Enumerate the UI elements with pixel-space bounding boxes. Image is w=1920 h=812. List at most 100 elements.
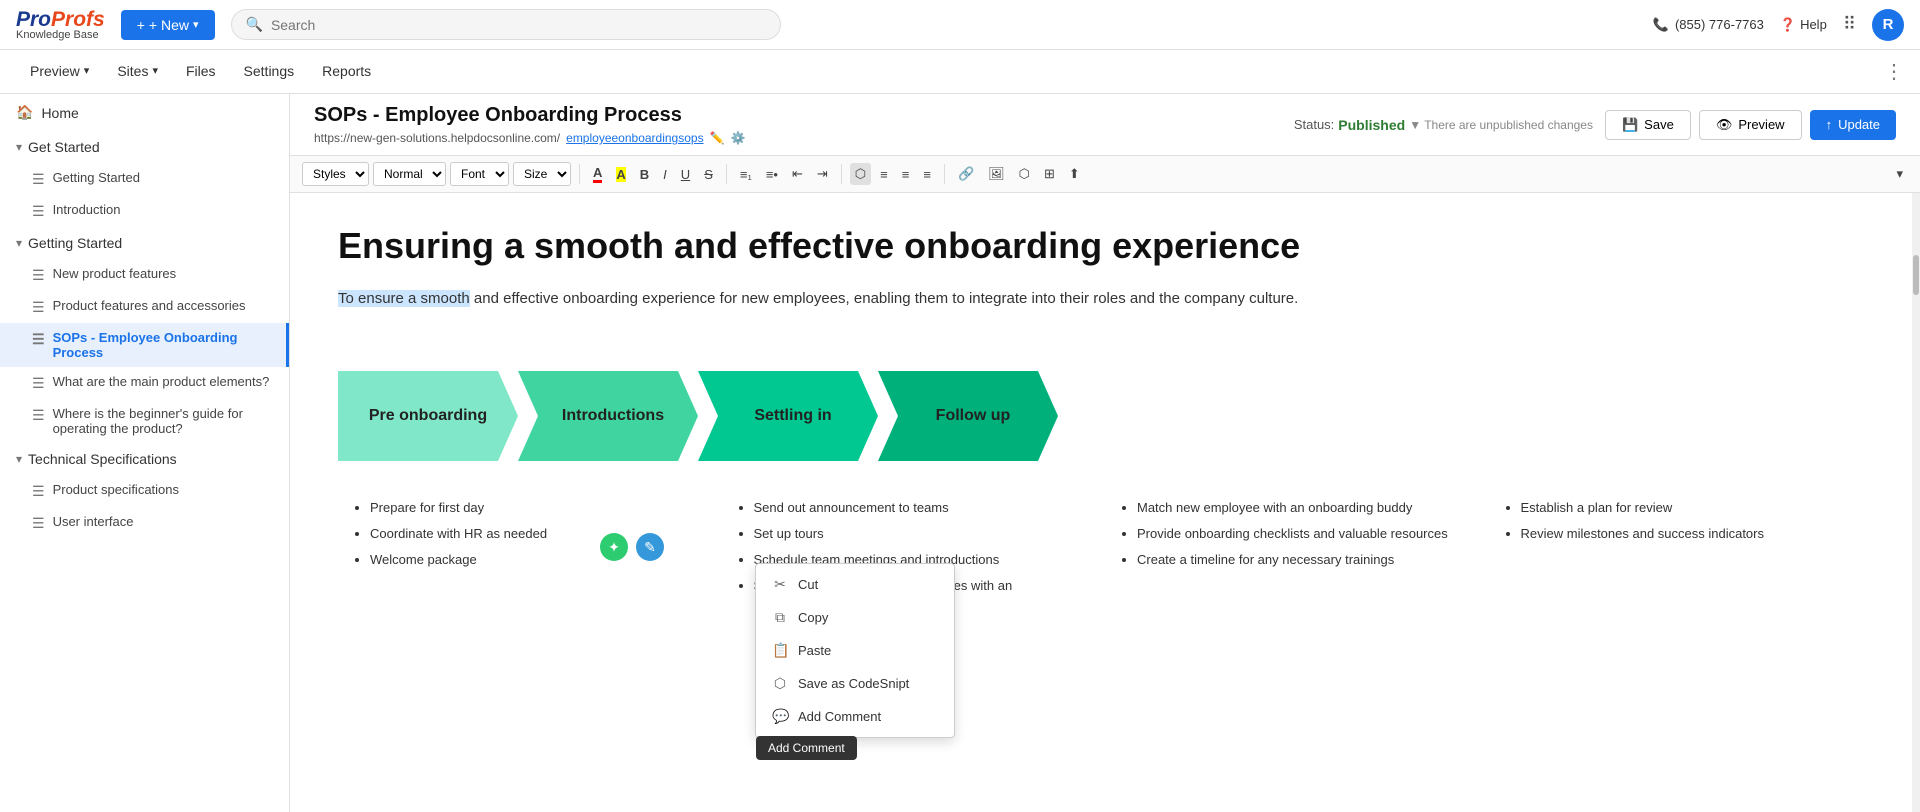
new-button[interactable]: + + New ▾ bbox=[121, 10, 215, 40]
font-select[interactable]: Font bbox=[450, 162, 509, 186]
item-label: User interface bbox=[53, 514, 134, 529]
sidebar-item-beginners-guide[interactable]: ☰ Where is the beginner's guide for oper… bbox=[0, 399, 289, 443]
sidebar-item-introduction[interactable]: ☰ Introduction bbox=[0, 195, 289, 227]
unordered-list-button[interactable]: ≡• bbox=[761, 164, 783, 185]
italic-button[interactable]: I bbox=[658, 164, 672, 185]
normal-select[interactable]: Normal bbox=[373, 162, 446, 186]
scrollbar-thumb[interactable] bbox=[1913, 255, 1919, 295]
size-select[interactable]: Size bbox=[513, 162, 571, 186]
sidebar-item-product-features-accessories[interactable]: ☰ Product features and accessories bbox=[0, 291, 289, 323]
embed-button[interactable]: ⬡ bbox=[1014, 163, 1035, 185]
logo-subtitle: Knowledge Base bbox=[16, 30, 99, 41]
url-base: https://new-gen-solutions.helpdocsonline… bbox=[314, 131, 560, 145]
nav-sites[interactable]: Sites ▾ bbox=[103, 50, 172, 93]
save-label: Save bbox=[1644, 117, 1674, 132]
step-introductions: Introductions bbox=[518, 371, 698, 461]
nav-settings[interactable]: Settings bbox=[230, 50, 309, 93]
editor-body[interactable]: Ensuring a smooth and effective onboardi… bbox=[290, 193, 1920, 812]
font-color-button[interactable]: A bbox=[588, 162, 607, 186]
nav-sites-label: Sites bbox=[117, 63, 148, 79]
highlight-button[interactable]: A bbox=[611, 164, 630, 185]
bullet-item: Prepare for first day bbox=[370, 497, 706, 519]
preview-button[interactable]: 👁 Preview bbox=[1699, 110, 1802, 140]
url-slug[interactable]: employeeonboardingsops bbox=[566, 131, 703, 145]
sidebar-item-user-interface[interactable]: ☰ User interface bbox=[0, 507, 289, 539]
align-center-button[interactable]: ≡ bbox=[875, 164, 893, 185]
item-label: Getting Started bbox=[53, 170, 140, 185]
align-left-button[interactable]: ⬡ bbox=[850, 163, 871, 185]
editor-description: To ensure a smooth and effective onboard… bbox=[338, 287, 1872, 311]
ai-handle[interactable]: ✦ bbox=[600, 533, 628, 561]
styles-select[interactable]: Styles bbox=[302, 162, 369, 186]
settings-icon[interactable]: ⚙️ bbox=[731, 131, 746, 145]
search-input[interactable] bbox=[271, 17, 766, 33]
underline-button[interactable]: U bbox=[676, 164, 695, 185]
step-label: Follow up bbox=[936, 407, 1011, 425]
new-label: + New bbox=[149, 17, 189, 33]
grid-icon[interactable]: ⠿ bbox=[1843, 14, 1856, 35]
context-menu-cut[interactable]: ✂ Cut bbox=[756, 568, 954, 601]
action-buttons: 💾 Save 👁 Preview ↑ Update bbox=[1605, 110, 1896, 140]
nav-files[interactable]: Files bbox=[172, 50, 230, 93]
bullet-item: Send out announcement to teams bbox=[754, 497, 1090, 519]
bullets-col-2: Match new employee with an onboarding bu… bbox=[1105, 485, 1489, 613]
section-label: Technical Specifications bbox=[28, 451, 177, 467]
align-justify-button[interactable]: ≡ bbox=[918, 164, 936, 185]
avatar[interactable]: R bbox=[1872, 9, 1904, 41]
cut-icon: ✂ bbox=[772, 576, 788, 593]
editor-heading: Ensuring a smooth and effective onboardi… bbox=[338, 225, 1872, 267]
image-button[interactable]: 🖼 bbox=[983, 163, 1010, 185]
bullet-item: Match new employee with an onboarding bu… bbox=[1137, 497, 1473, 519]
nav-preview[interactable]: Preview ▾ bbox=[16, 50, 103, 93]
chevron-down-icon: ▾ bbox=[152, 64, 158, 77]
sidebar-item-product-specifications[interactable]: ☰ Product specifications bbox=[0, 475, 289, 507]
chevron-down-icon: ▾ bbox=[16, 140, 22, 154]
bullet-item: Establish a plan for review bbox=[1521, 497, 1857, 519]
upload-button[interactable]: ⬆ bbox=[1064, 163, 1085, 185]
step-pre-onboarding: Pre onboarding bbox=[338, 371, 518, 461]
ordered-list-button[interactable]: ≡₁ bbox=[735, 164, 757, 185]
help-link[interactable]: ❓ Help bbox=[1780, 17, 1827, 33]
update-icon: ↑ bbox=[1826, 117, 1833, 132]
sidebar-section-getting-started[interactable]: ▾ Getting Started bbox=[0, 227, 289, 259]
context-menu-save-codenipt[interactable]: ⬡ Save as CodeSnipt bbox=[756, 667, 954, 700]
item-label: Introduction bbox=[53, 202, 121, 217]
search-bar: 🔍 bbox=[231, 9, 781, 40]
help-icon: ❓ bbox=[1780, 17, 1796, 33]
context-menu-add-comment[interactable]: 💬 Add Comment Add Comment bbox=[756, 700, 954, 733]
link-button[interactable]: 🔗 bbox=[953, 163, 979, 185]
bold-button[interactable]: B bbox=[635, 164, 654, 185]
sidebar-item-getting-started[interactable]: ☰ Getting Started bbox=[0, 163, 289, 195]
sidebar-item-main-product-elements[interactable]: ☰ What are the main product elements? bbox=[0, 367, 289, 399]
context-menu: ✂ Cut ⧉ Copy 📋 Paste ⬡ bbox=[755, 563, 955, 738]
context-menu-paste[interactable]: 📋 Paste bbox=[756, 634, 954, 667]
align-right-button[interactable]: ≡ bbox=[897, 164, 915, 185]
strikethrough-button[interactable]: S bbox=[699, 164, 718, 185]
table-button[interactable]: ⊞ bbox=[1039, 163, 1060, 185]
editor-toolbar: Styles Normal Font Size A A B I U S bbox=[290, 156, 1920, 193]
update-button[interactable]: ↑ Update bbox=[1810, 110, 1896, 140]
outdent-button[interactable]: ⇤ bbox=[787, 163, 808, 185]
edit-url-icon[interactable]: ✏️ bbox=[710, 131, 725, 145]
context-menu-copy[interactable]: ⧉ Copy bbox=[756, 601, 954, 634]
save-button[interactable]: 💾 Save bbox=[1605, 110, 1691, 140]
logo: ProProfs Knowledge Base bbox=[16, 9, 105, 41]
item-label: What are the main product elements? bbox=[53, 374, 270, 389]
more-options-button[interactable]: ⋮ bbox=[1884, 59, 1904, 84]
sidebar-section-technical[interactable]: ▾ Technical Specifications bbox=[0, 443, 289, 475]
home-icon: 🏠 bbox=[16, 104, 33, 121]
sidebar-section-get-started[interactable]: ▾ Get Started bbox=[0, 131, 289, 163]
comment-icon: 💬 bbox=[772, 708, 788, 725]
edit-handle[interactable]: ✎ bbox=[636, 533, 664, 561]
sidebar-item-sops-employee[interactable]: ☰ SOPs - Employee Onboarding Process bbox=[0, 323, 289, 367]
bullet-item: Set up tours bbox=[754, 523, 1090, 545]
sidebar-home[interactable]: 🏠 Home bbox=[0, 94, 289, 131]
indent-button[interactable]: ⇥ bbox=[812, 163, 833, 185]
nav-reports[interactable]: Reports bbox=[308, 50, 385, 93]
page-url: https://new-gen-solutions.helpdocsonline… bbox=[314, 131, 745, 145]
more-toolbar-button[interactable]: ▾ bbox=[1891, 163, 1908, 185]
step-label: Settling in bbox=[754, 407, 831, 425]
home-label: Home bbox=[41, 105, 78, 121]
sidebar-item-new-product-features[interactable]: ☰ New product features bbox=[0, 259, 289, 291]
top-right-controls: 📞 (855) 776-7763 ❓ Help ⠿ R bbox=[1653, 9, 1904, 41]
